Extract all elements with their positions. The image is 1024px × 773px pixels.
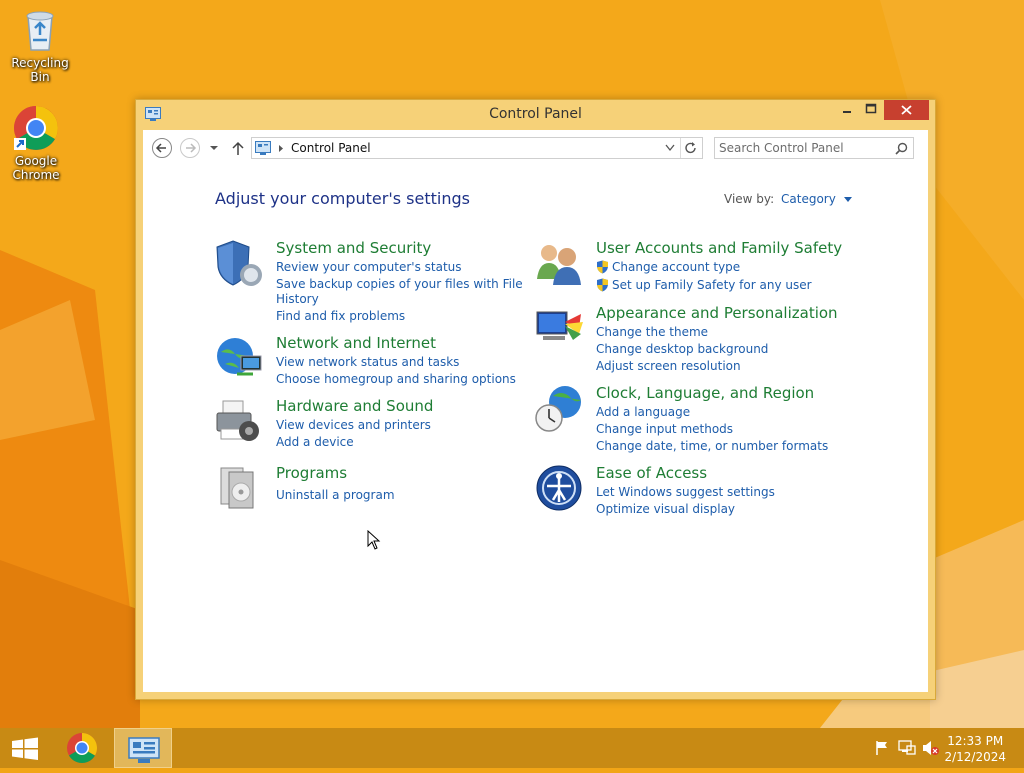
taskbar-chrome-button[interactable]	[58, 728, 106, 768]
control-panel-icon	[255, 141, 271, 155]
desktop-icon-recycle-bin[interactable]: Recycling Bin	[0, 6, 80, 84]
window-title: Control Panel	[489, 106, 582, 122]
system-clock[interactable]: 12:33 PM 2/12/2024	[944, 733, 1006, 765]
uac-shield-icon	[597, 260, 608, 274]
link-find-fix-problems[interactable]: Find and fix problems	[276, 309, 405, 323]
up-arrow-icon[interactable]	[231, 140, 245, 156]
taskbar: 12:33 PM 2/12/2024	[0, 728, 1024, 768]
programs-icon	[220, 467, 254, 509]
category-ease-of-access: Ease of Access Let Windows suggest setti…	[535, 464, 835, 516]
breadcrumb-control-panel[interactable]: Control Panel	[291, 141, 371, 155]
link-date-time-formats[interactable]: Change date, time, or number formats	[596, 439, 828, 453]
forward-arrow-icon	[186, 143, 197, 153]
link-network-status[interactable]: View network status and tasks	[276, 355, 459, 369]
recent-locations-dropdown-icon[interactable]	[209, 144, 219, 152]
link-desktop-background[interactable]: Change desktop background	[596, 342, 768, 356]
taskbar-control-panel-button[interactable]	[114, 728, 172, 768]
link-homegroup-sharing[interactable]: Choose homegroup and sharing options	[276, 372, 516, 386]
view-by-value: Category	[781, 192, 836, 206]
close-button[interactable]	[884, 100, 929, 120]
category-user-accounts: User Accounts and Family Safety Change a…	[535, 239, 842, 292]
refresh-icon[interactable]	[684, 141, 698, 155]
link-save-backup[interactable]: Save backup copies of your files with Fi…	[276, 277, 523, 291]
view-by-dropdown[interactable]: Category	[781, 192, 853, 206]
category-appearance: Appearance and Personalization Change th…	[535, 304, 838, 374]
address-divider	[680, 138, 681, 158]
forward-button[interactable]	[180, 138, 200, 158]
network-tray-icon[interactable]	[898, 740, 916, 756]
ease-of-access-icon	[536, 465, 582, 511]
start-button[interactable]	[0, 728, 50, 768]
desktop-icon-chrome[interactable]: Google Chrome	[0, 104, 76, 182]
window-content: Control Panel Adjust your computer's set…	[143, 130, 928, 692]
chevron-down-icon	[843, 196, 852, 202]
category-title[interactable]: Appearance and Personalization	[596, 304, 838, 322]
link-uninstall-program[interactable]: Uninstall a program	[276, 488, 395, 502]
link-input-methods[interactable]: Change input methods	[596, 422, 733, 436]
search-box[interactable]	[714, 137, 914, 159]
address-dropdown-icon[interactable]	[665, 144, 675, 152]
category-title[interactable]: Programs	[276, 464, 347, 482]
link-save-backup-cont[interactable]: History	[276, 292, 319, 306]
title-bar[interactable]: Control Panel	[136, 100, 935, 130]
category-title[interactable]: Ease of Access	[596, 464, 707, 482]
link-change-account-type[interactable]: Change account type	[612, 260, 740, 274]
search-icon[interactable]	[895, 142, 908, 155]
breadcrumb-chevron-icon[interactable]	[278, 144, 284, 153]
link-devices-printers[interactable]: View devices and printers	[276, 418, 431, 432]
network-icon	[217, 338, 262, 376]
category-title[interactable]: User Accounts and Family Safety	[596, 239, 842, 257]
address-bar[interactable]: Control Panel	[251, 137, 703, 159]
link-review-status[interactable]: Review your computer's status	[276, 260, 462, 274]
minimize-button[interactable]	[836, 100, 858, 120]
link-family-safety[interactable]: Set up Family Safety for any user	[612, 278, 812, 292]
appearance-icon	[536, 311, 583, 340]
maximize-icon	[865, 103, 877, 114]
control-panel-window: Control Panel Control Panel Search Contr…	[135, 99, 936, 700]
users-icon	[537, 245, 581, 285]
clock-globe-icon	[535, 386, 581, 432]
recycle-bin-icon	[16, 6, 64, 54]
minimize-icon	[843, 111, 851, 113]
shield-icon	[216, 240, 262, 286]
chrome-icon	[67, 733, 98, 764]
clock-date: 2/12/2024	[944, 750, 1006, 764]
category-clock-language-region: Clock, Language, and Region Add a langua…	[535, 384, 855, 454]
link-add-device[interactable]: Add a device	[276, 435, 354, 449]
desktop-icon-label: Google Chrome	[12, 154, 60, 182]
view-by-label: View by:	[724, 192, 775, 206]
link-screen-resolution[interactable]: Adjust screen resolution	[596, 359, 741, 373]
category-title[interactable]: Hardware and Sound	[276, 397, 433, 415]
maximize-button[interactable]	[860, 100, 882, 120]
mouse-cursor-icon	[367, 530, 381, 550]
category-title[interactable]: Clock, Language, and Region	[596, 384, 814, 402]
close-icon	[901, 105, 912, 115]
chrome-icon	[12, 104, 60, 152]
clock-time: 12:33 PM	[947, 734, 1004, 748]
category-programs: Programs Uninstall a program	[215, 464, 515, 514]
uac-shield-icon	[597, 278, 608, 292]
link-add-language[interactable]: Add a language	[596, 405, 690, 419]
link-change-theme[interactable]: Change the theme	[596, 325, 708, 339]
search-input[interactable]	[719, 140, 889, 156]
action-center-flag-icon[interactable]	[874, 740, 890, 756]
printer-icon	[216, 400, 259, 441]
back-arrow-icon	[155, 143, 166, 153]
back-button[interactable]	[152, 138, 172, 158]
category-network-and-internet: Network and Internet View network status…	[215, 334, 516, 386]
link-optimize-display[interactable]: Optimize visual display	[596, 502, 735, 516]
control-panel-icon	[128, 737, 160, 763]
page-heading: Adjust your computer's settings	[215, 189, 470, 208]
desktop-icon-label: Recycling Bin	[11, 56, 69, 84]
category-title[interactable]: Network and Internet	[276, 334, 436, 352]
category-title[interactable]: System and Security	[276, 239, 431, 257]
category-system-and-security: System and Security Review your computer…	[215, 239, 523, 329]
link-windows-suggest[interactable]: Let Windows suggest settings	[596, 485, 775, 499]
volume-muted-icon[interactable]	[922, 740, 940, 756]
category-hardware-and-sound: Hardware and Sound View devices and prin…	[215, 397, 515, 449]
windows-logo-icon	[12, 737, 38, 760]
